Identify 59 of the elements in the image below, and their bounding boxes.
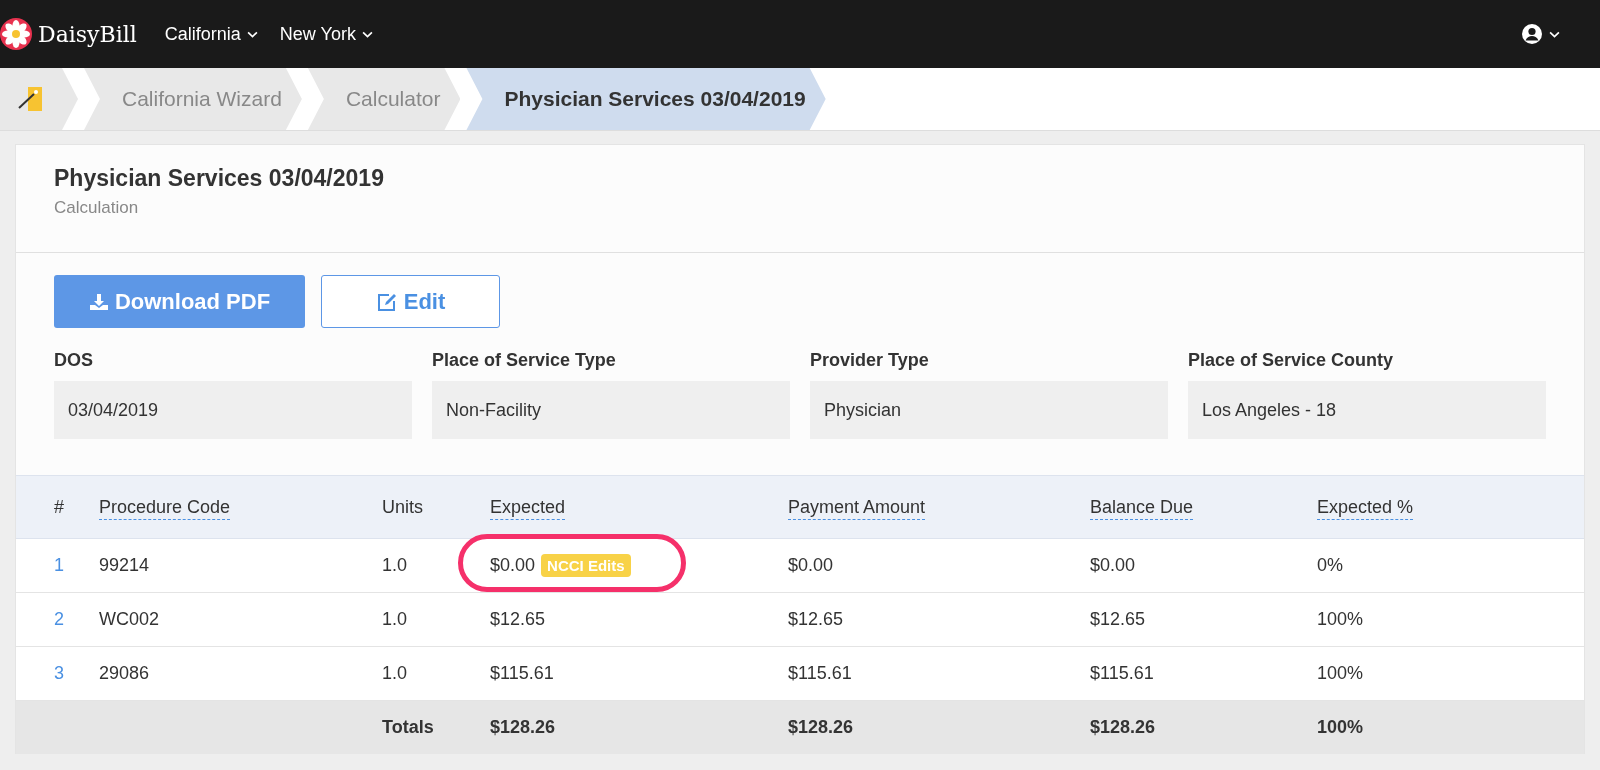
edit-icon (375, 291, 398, 312)
table-cell: 1.0 (382, 555, 408, 575)
field-value: Physician (810, 381, 1168, 439)
download-icon (88, 292, 109, 311)
warning-tag: NCCI Edits (541, 554, 631, 577)
row-number-link[interactable]: 3 (54, 663, 64, 683)
table-cell: WC002 (99, 609, 160, 629)
table-cell: $12.65 (788, 609, 844, 629)
chevron-down-icon (1549, 30, 1560, 38)
breadcrumb-item[interactable]: Physician Services 03/04/2019 (466, 68, 826, 130)
user-avatar-icon (1521, 23, 1543, 45)
table-cell: $115.61 (490, 663, 554, 684)
state-menu[interactable]: New York (279, 19, 373, 49)
table-cell: 1.0 (382, 609, 408, 629)
table-cell: 29086 (99, 663, 150, 683)
field-value: Non-Facility (432, 381, 790, 439)
breadcrumb-item[interactable]: Calculator (307, 68, 461, 130)
table-cell: $0.00 (1090, 555, 1136, 575)
table-cell: 100% (1317, 609, 1364, 629)
table-cell: 99214 (99, 555, 150, 575)
row-number-link[interactable]: 1 (54, 555, 64, 575)
chevron-down-icon (246, 30, 258, 38)
totals-label: Totals (382, 717, 434, 737)
table-cell: 1.0 (382, 663, 408, 683)
breadcrumb-item[interactable]: California Wizard (84, 68, 302, 130)
column-header: Balance Due (1090, 496, 1194, 520)
column-header: Units (382, 496, 423, 517)
total-cell: $128.26 (788, 717, 854, 737)
field-value: Los Angeles - 18 (1188, 381, 1546, 439)
field-label: Provider Type (810, 350, 930, 371)
column-header: Expected % (1317, 496, 1414, 520)
table-cell: 0% (1317, 555, 1343, 575)
total-cell: 100% (1317, 717, 1364, 737)
field-value: 03/04/2019 (54, 381, 412, 439)
flower-logo-icon (0, 18, 32, 50)
table-cell: $12.65 (1090, 609, 1146, 629)
table-cell: $115.61 (788, 663, 852, 683)
page-subtitle: Calculation (54, 198, 140, 218)
column-header: Payment Amount (788, 496, 926, 520)
table-cell: $0.00 (490, 555, 536, 576)
total-cell: $128.26 (1090, 717, 1156, 737)
row-number-link[interactable]: 2 (54, 609, 64, 629)
field-label: DOS (54, 350, 94, 371)
state-menu[interactable]: California (164, 19, 258, 49)
table-cell: $0.00 (788, 555, 834, 575)
table-cell: 100% (1317, 663, 1364, 683)
table-cell: $115.61 (1090, 663, 1154, 683)
brand-name[interactable]: DaisyBill (38, 21, 137, 47)
chevron-down-icon (361, 30, 373, 38)
field-label: Place of Service Type (432, 350, 617, 371)
page-title: Physician Services 03/04/2019 (54, 165, 385, 192)
column-header: # (54, 496, 64, 517)
total-cell: $128.26 (490, 717, 556, 737)
column-header: Expected (490, 496, 566, 520)
download-button[interactable]: Download PDF (54, 275, 305, 328)
column-header: Procedure Code (99, 496, 231, 520)
field-label: Place of Service County (1188, 350, 1395, 371)
table-cell: $12.65 (490, 609, 546, 630)
edit-button[interactable]: Edit (321, 275, 500, 328)
